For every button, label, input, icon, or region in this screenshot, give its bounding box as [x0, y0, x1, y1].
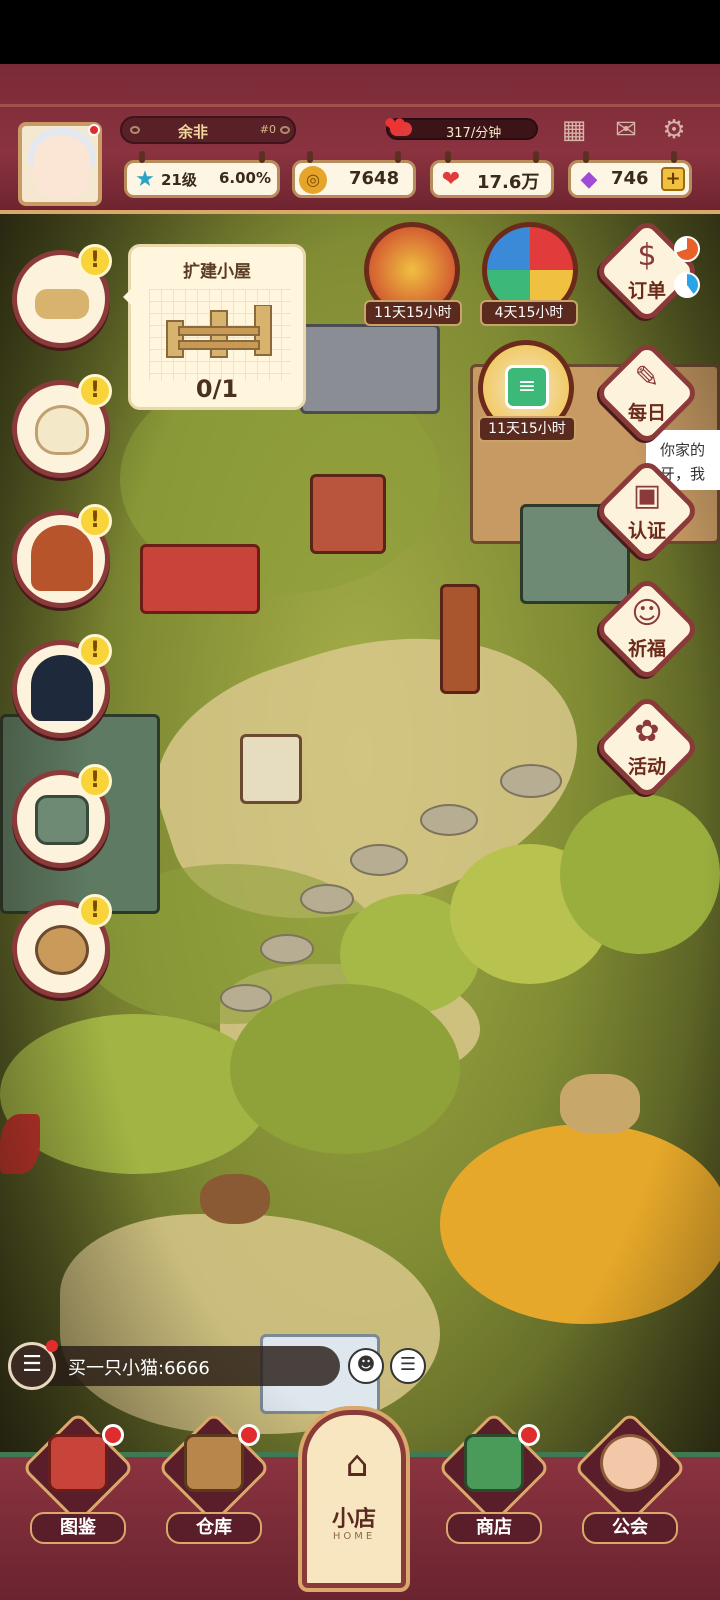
hearts-stat[interactable]: ❤ 17.6万 [430, 151, 554, 198]
nav-encyclopedia[interactable]: 图鉴 [21, 1411, 135, 1550]
gem-icon: ◆ [580, 167, 598, 192]
eye-icon [130, 126, 140, 134]
alert-icon: ! [78, 634, 112, 668]
gems-stat[interactable]: ◆ 746 + [568, 151, 692, 198]
boy-portrait-icon [31, 655, 93, 721]
peg [139, 151, 145, 163]
activity-label: 活动 [627, 756, 666, 778]
chat-message: 买一只小猫:6666 [68, 1358, 210, 1379]
verify-label: 认证 [627, 520, 666, 542]
heart-icon: ❤ [384, 112, 406, 142]
daily-icon: ✎ [634, 360, 660, 395]
alert-icon: ! [78, 244, 112, 278]
peg [395, 151, 401, 163]
avatar-notification-dot [88, 124, 100, 136]
pot-icon [35, 925, 89, 975]
peg [671, 151, 677, 163]
christmas-event-timer: 11天15小时 [478, 416, 576, 442]
timer-badge [674, 272, 700, 298]
fence-icon [35, 289, 89, 319]
gems-value: 746 [611, 168, 649, 189]
store-icon [464, 1434, 524, 1492]
verify-button[interactable]: ▣ 认证 [593, 457, 701, 565]
couple-icon [600, 1434, 660, 1492]
peg [583, 151, 589, 163]
box-icon [184, 1434, 244, 1492]
eye-icon [280, 126, 290, 134]
nav-home-label: 小店 [331, 1507, 376, 1532]
alert-icon: ! [78, 374, 112, 408]
player-id: #0 [259, 123, 276, 136]
player-name-plate[interactable]: 余非 #0 [120, 116, 296, 144]
timer-badge [674, 236, 700, 262]
tooltip-title: 扩建小屋 [183, 262, 251, 282]
chat-notification-dot [46, 1340, 58, 1352]
avatar-face [34, 136, 90, 198]
pray-label: 祈福 [627, 638, 666, 660]
id-card-icon: ▣ [632, 478, 662, 513]
nav-home[interactable]: ⌂ 小店 HOME [302, 1410, 406, 1588]
coins-stat[interactable]: ◎ 7648 [292, 151, 416, 198]
nav-notification-dot [238, 1424, 260, 1446]
nav-guild[interactable]: 公会 [573, 1411, 687, 1550]
level-progress: 6.00% [218, 169, 271, 187]
peg [259, 151, 265, 163]
peg [445, 151, 451, 163]
nav-encyclopedia-label: 图鉴 [30, 1512, 126, 1544]
nav-guild-label: 公会 [582, 1512, 678, 1544]
player-name: 余非 [178, 123, 209, 141]
fence-icon [166, 305, 272, 358]
calendar-icon[interactable]: ▦ [556, 116, 592, 144]
mail-icon[interactable]: ✉ [608, 116, 644, 144]
pray-button[interactable]: ☺ 祈福 [593, 575, 701, 683]
activity-icon: ✿ [634, 714, 660, 749]
daily-label: 每日 [627, 402, 666, 424]
nav-warehouse[interactable]: 仓库 [157, 1411, 271, 1550]
emoji-button[interactable]: ☻ [348, 1348, 384, 1384]
nav-warehouse-label: 仓库 [166, 1512, 262, 1544]
status-bar [0, 0, 720, 64]
tooltip-progress: 0/1 [195, 375, 239, 403]
nav-shop[interactable]: 商店 [437, 1411, 551, 1550]
coins-value: 7648 [349, 168, 400, 189]
peg [307, 151, 313, 163]
add-gems-button[interactable]: + [661, 167, 685, 191]
nav-notification-dot [518, 1424, 540, 1446]
firecracker-event-timer: 11天15小时 [364, 300, 462, 326]
settings-icon[interactable]: ⚙ [656, 116, 692, 144]
stall-icon [35, 795, 89, 845]
star-icon: ★ [135, 167, 155, 192]
alert-icon: ! [78, 504, 112, 538]
alert-icon: ! [78, 894, 112, 928]
level-label: 21级 [161, 171, 197, 189]
girl-portrait-icon [31, 525, 93, 591]
coin-icon: ◎ [299, 166, 327, 194]
hearts-value: 17.6万 [477, 172, 540, 193]
list-icon: ≡ [505, 365, 549, 409]
alert-icon: ! [78, 764, 112, 798]
rice-bowl-icon [35, 405, 89, 455]
house-icon: ⌂ [345, 1444, 369, 1485]
chat-bubble-button[interactable]: ☰ [390, 1348, 426, 1384]
book-icon [48, 1434, 108, 1492]
heart-rate-text: 317/分钟 [446, 126, 502, 141]
nav-home-sublabel: HOME [332, 1531, 376, 1542]
orders-icon: $ [637, 238, 657, 273]
level-stat[interactable]: ★ 21级 6.00% [124, 151, 280, 198]
heart-icon: ❤ [441, 167, 461, 192]
activity-button[interactable]: ✿ 活动 [593, 693, 701, 801]
daily-button[interactable]: ✎ 每日 [593, 339, 701, 447]
nav-notification-dot [102, 1424, 124, 1446]
wheel-event-timer: 4天15小时 [480, 300, 578, 326]
expand-cabin-tooltip[interactable]: 扩建小屋 0/1 [123, 244, 306, 410]
peg [533, 151, 539, 163]
nav-shop-label: 商店 [446, 1512, 542, 1544]
pray-icon: ☺ [631, 596, 663, 631]
chat-bar[interactable]: ☰ 买一只小猫:6666 [8, 1340, 340, 1390]
